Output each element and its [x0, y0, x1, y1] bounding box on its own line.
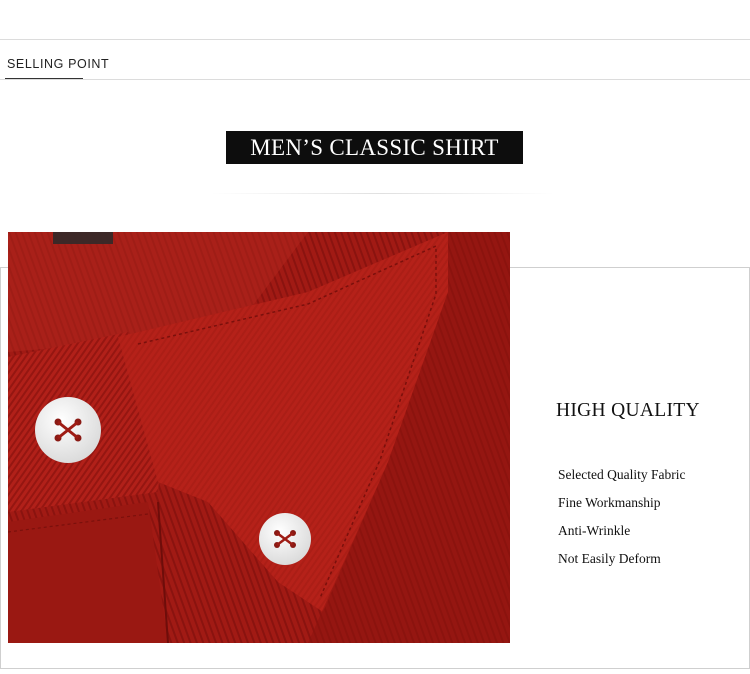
product-image — [8, 232, 510, 643]
tab-selling-point[interactable]: SELLING POINT — [7, 57, 109, 71]
page-title: MEN’S CLASSIC SHIRT — [226, 131, 523, 164]
feature-item: Not Easily Deform — [558, 551, 661, 566]
quality-heading: HIGH QUALITY — [556, 400, 700, 421]
title-divider — [210, 193, 555, 194]
feature-item: Selected Quality Fabric — [558, 467, 686, 482]
tab-bar-divider — [0, 79, 750, 80]
button-icon — [259, 513, 311, 565]
feature-list: Selected Quality Fabric Fine Workmanship… — [558, 466, 685, 578]
button-icon — [35, 397, 101, 463]
feature-item: Anti-Wrinkle — [558, 523, 631, 538]
feature-item: Fine Workmanship — [558, 495, 661, 510]
top-divider — [0, 39, 750, 40]
